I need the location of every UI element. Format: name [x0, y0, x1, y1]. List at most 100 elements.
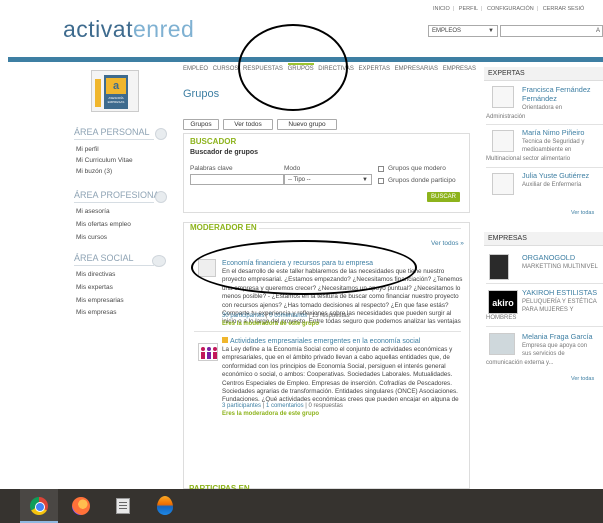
taskbar-files[interactable] — [104, 489, 142, 523]
avatar-side-stripe — [95, 79, 101, 107]
group-icon — [152, 255, 166, 267]
user-icon — [155, 191, 167, 203]
moderador-title: MODERADOR EN — [190, 223, 257, 232]
section-divider — [74, 265, 154, 266]
comments-link[interactable]: 0 comentarios — [269, 313, 307, 319]
company-name[interactable]: YAKIROH ESTILISTAS — [522, 288, 597, 298]
company-desc: MARKETTING MULTINIVEL — [522, 264, 598, 270]
user-icon — [155, 128, 167, 140]
keywords-label: Palabras clave — [190, 165, 233, 172]
expert-photo[interactable] — [492, 86, 514, 108]
group-thumbnail[interactable] — [198, 343, 218, 361]
top-link-configuracion[interactable]: CONFIGURACIÓN — [487, 6, 534, 12]
taskbar-firefox[interactable] — [62, 489, 100, 523]
expert-desc: medioambiente en — [522, 147, 572, 153]
mode-select[interactable]: -- Tipo -- ▼ — [284, 174, 372, 185]
logo-part1: activat — [63, 16, 133, 42]
top-link-perfil[interactable]: PERFIL — [459, 6, 478, 12]
top-link-inicio[interactable]: INICIO — [433, 6, 450, 12]
nav-empleo[interactable]: EMPLEO — [183, 66, 208, 72]
sidebar-item-mis-ofertas[interactable]: Mis ofertas empleo — [76, 221, 131, 228]
company-desc: comunicación externa y... — [486, 360, 554, 366]
avatar-letter: a — [106, 78, 126, 94]
checkbox-label-participo: Grupos donde participo — [388, 177, 456, 184]
people-icon — [201, 347, 217, 359]
buscar-button[interactable]: BUSCAR — [427, 192, 460, 202]
participants-link[interactable]: 3 participantes — [222, 403, 261, 409]
participants-link[interactable]: 30 participantes — [222, 313, 264, 319]
company-name[interactable]: ORGANOGOLD — [522, 253, 575, 263]
group-stats: 3 participantes | 1 comentarios | 0 resp… — [222, 403, 343, 409]
search-category-select[interactable]: EMPLEOS ▼ — [428, 25, 498, 37]
search-button[interactable]: A — [596, 28, 600, 34]
section-divider — [74, 139, 154, 140]
moderator-note: Eres la moderadora de este grupo — [222, 321, 320, 327]
sidebar-item-mi-perfil[interactable]: Mi perfil — [76, 146, 99, 153]
checkbox-grupos-que-modero[interactable] — [378, 166, 384, 172]
company-logo[interactable] — [489, 333, 515, 355]
company-logo[interactable] — [489, 254, 509, 280]
keywords-input[interactable] — [190, 174, 284, 185]
empresas-ver-todas-link[interactable]: Ver todas — [571, 376, 594, 382]
tab-ver-todos[interactable]: Ver todos — [223, 119, 273, 130]
avatar-logo: a ASESORÍA EMPRESAS — [104, 75, 128, 109]
nav-cursos[interactable]: CURSOS — [213, 66, 239, 72]
sidebar-item-mis-empresas[interactable]: Mis empresas — [76, 309, 116, 316]
sidebar-item-mis-expertas[interactable]: Mis expertas — [76, 284, 113, 291]
chrome-icon — [30, 497, 48, 515]
site-logo[interactable]: activatenred — [63, 16, 194, 43]
expert-photo[interactable] — [492, 130, 514, 152]
company-logo[interactable]: akiro — [488, 290, 518, 314]
file-manager-icon — [116, 498, 130, 514]
checkbox-grupos-donde-participo[interactable] — [378, 178, 384, 184]
expert-desc: Orientadora en — [522, 105, 563, 111]
expert-photo[interactable] — [492, 173, 514, 195]
group-stats: 30 participantes | 0 comentarios | 13 re… — [222, 313, 350, 319]
expert-name-cont[interactable]: Fernández — [522, 94, 557, 104]
company-desc: HOMBRES — [486, 315, 517, 321]
group-description: La Ley define a la Economía Social como … — [222, 346, 459, 402]
sidebar-item-mi-buzon[interactable]: Mi buzón (3) — [76, 168, 112, 175]
empresas-title: EMPRESAS — [488, 235, 527, 242]
expert-name[interactable]: Julia Yuste Gutiérrez — [522, 171, 589, 181]
expertas-ver-todas-link[interactable]: Ver todas — [571, 210, 594, 216]
page-title: Grupos — [183, 88, 220, 100]
sidebar-item-mis-directivas[interactable]: Mis directivas — [76, 271, 115, 278]
sidebar-item-mi-asesoria[interactable]: Mi asesoría — [76, 208, 110, 215]
comments-link[interactable]: 1 comentarios — [266, 403, 304, 409]
expert-desc: Administración — [486, 114, 526, 120]
sidebar-item-mi-cv[interactable]: Mi Curriculum Vitae — [76, 157, 133, 164]
top-link-cerrar-sesion[interactable]: CERRAR SESIÓ — [543, 6, 585, 12]
taskbar-app[interactable] — [146, 489, 184, 523]
chevron-down-icon: ▼ — [362, 177, 368, 183]
expertas-header: EXPERTAS — [484, 67, 603, 81]
annotation-ellipse — [191, 240, 417, 295]
sidebar-item-mis-empresarias[interactable]: Mis empresarias — [76, 297, 124, 304]
section-title-social: ÁREA SOCIAL — [74, 253, 134, 263]
folder-icon — [222, 337, 228, 343]
expert-name[interactable]: María Nimo Piñeiro — [522, 128, 584, 138]
avatar[interactable]: a ASESORÍA EMPRESAS — [91, 70, 139, 112]
nav-expertas[interactable]: EXPERTAS — [359, 66, 390, 72]
app-drop-icon — [157, 496, 173, 515]
section-divider — [74, 202, 154, 203]
mode-label: Modo — [284, 165, 301, 172]
section-title-profesional: ÁREA PROFESIONAL — [74, 190, 165, 200]
buscador-subtitle: Buscador de grupos — [190, 149, 259, 156]
top-links: INICIO | PERFIL | CONFIGURACIÓN | CERRAR SE… — [433, 6, 585, 12]
tab-nuevo-grupo[interactable]: Nuevo grupo — [277, 119, 337, 130]
group-title-link[interactable]: Actividades empresariales emergentes en … — [222, 337, 420, 345]
mode-select-value: -- Tipo -- — [288, 177, 311, 183]
sidebar-item-mis-cursos[interactable]: Mis cursos — [76, 234, 107, 241]
nav-empresas[interactable]: EMPRESAS — [443, 66, 476, 72]
taskbar-chrome[interactable] — [20, 489, 58, 523]
answers-count: 13 respuestas — [311, 313, 350, 319]
avatar-caption: ASESORÍA EMPRESAS — [107, 96, 125, 104]
tab-grupos[interactable]: Grupos — [183, 119, 219, 130]
search-input[interactable]: A — [500, 25, 603, 37]
ver-todos-link[interactable]: Ver todos » — [431, 240, 464, 247]
company-name[interactable]: Melania Fraga García — [522, 332, 593, 342]
nav-empresarias[interactable]: EMPRESARIAS — [395, 66, 438, 72]
moderator-note: Eres la moderadora de este grupo — [222, 411, 320, 417]
section-title-personal: ÁREA PERSONAL — [74, 127, 150, 137]
